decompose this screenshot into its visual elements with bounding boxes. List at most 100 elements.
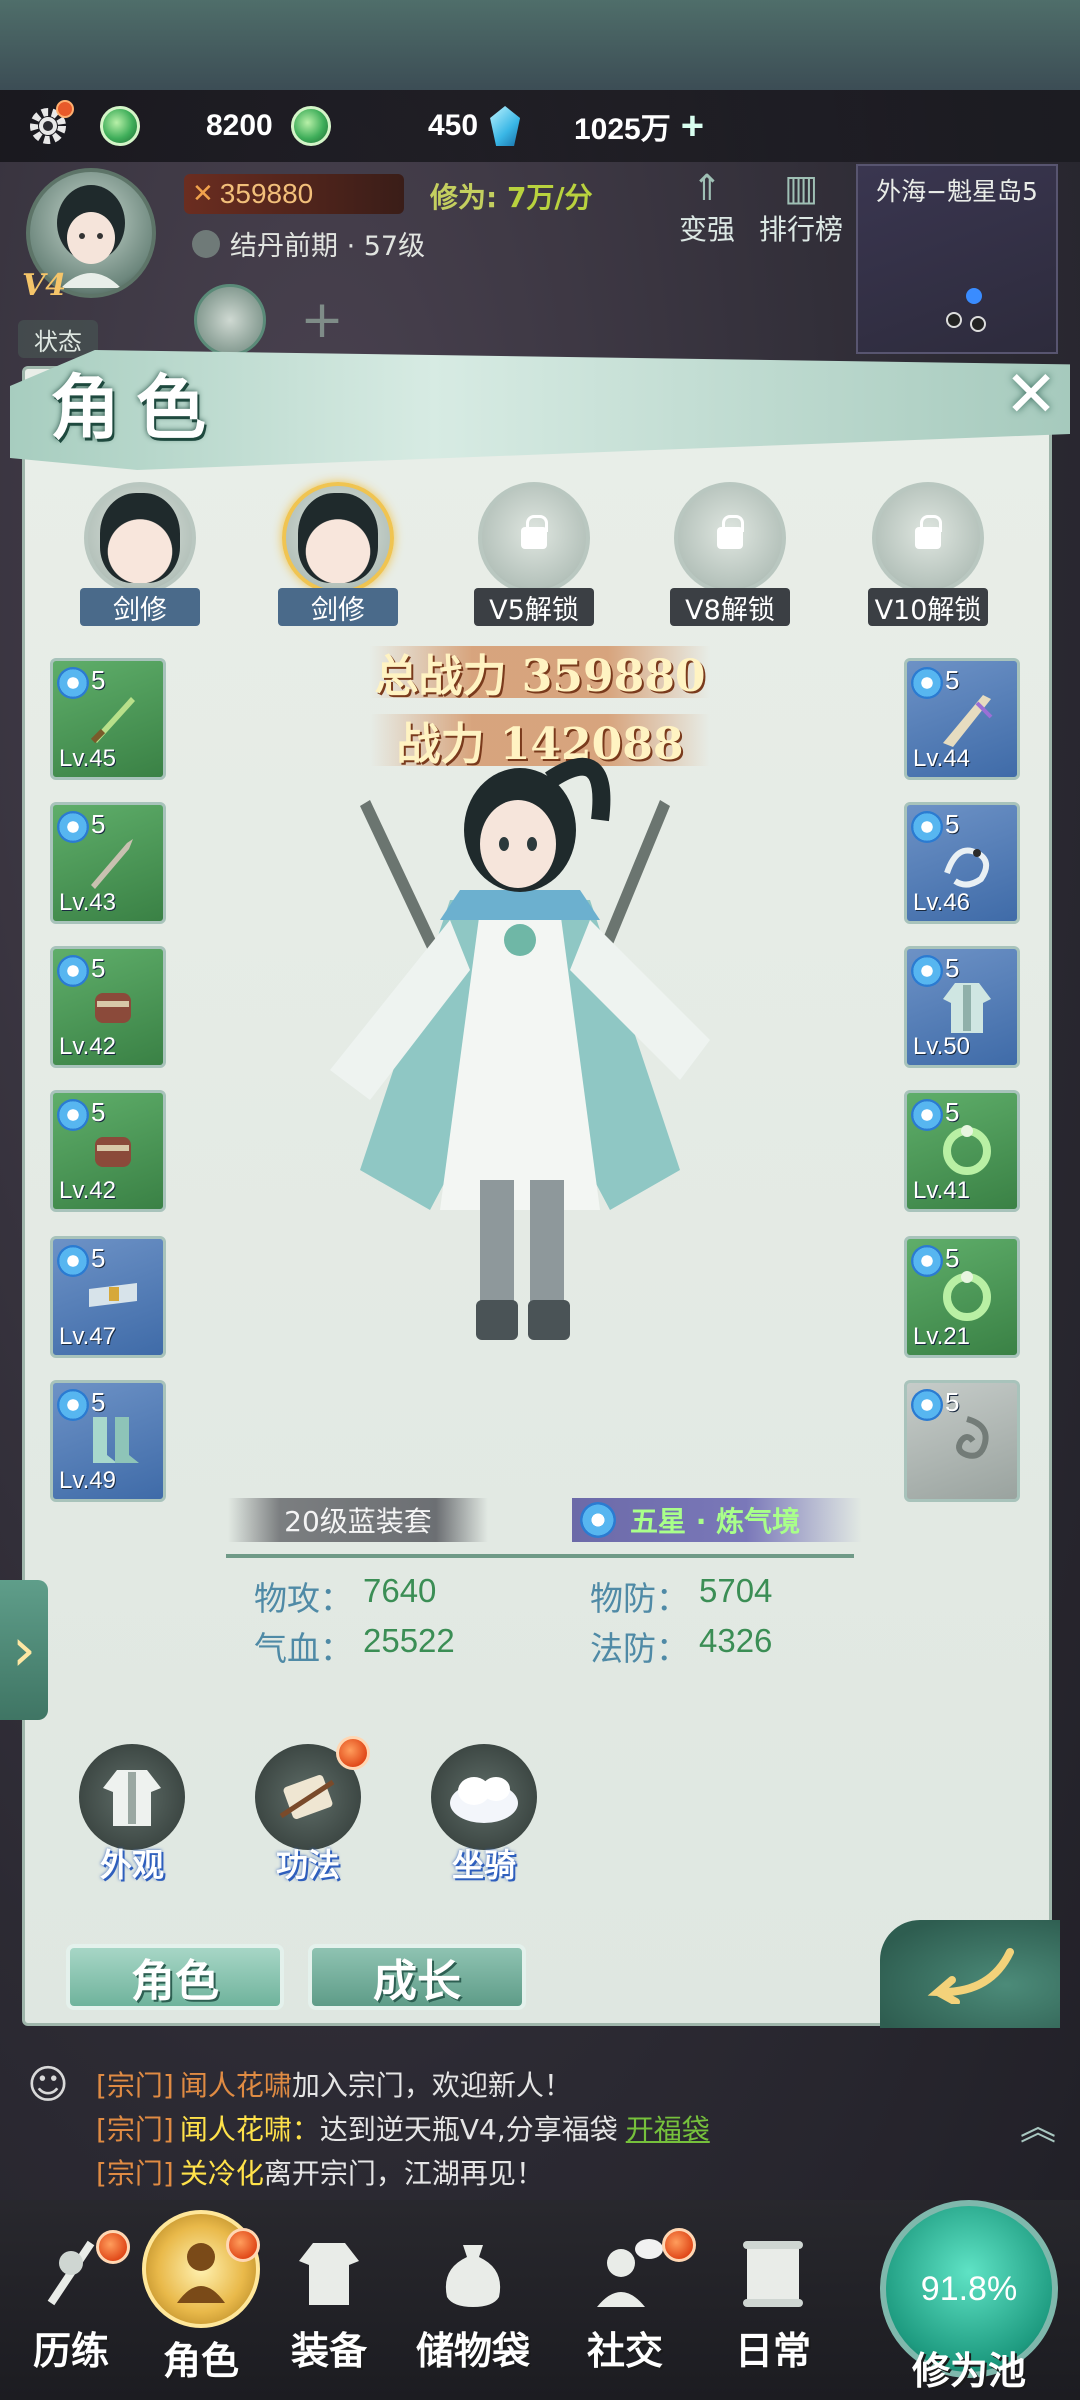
chat-collapse-icon[interactable]: ︽ xyxy=(1020,2098,1056,2150)
side-expand-button[interactable]: › xyxy=(0,1580,48,1720)
jade-count-group[interactable]: 8200 xyxy=(206,104,331,148)
equip-slot-blade[interactable]: 5 Lv.43 xyxy=(50,802,166,924)
character-slot-1[interactable]: 剑修 xyxy=(80,482,200,626)
sword-icon xyxy=(83,689,143,749)
map-marker-blue xyxy=(966,288,982,304)
close-button[interactable]: ✕ xyxy=(996,358,1066,432)
equip-level: Lv.49 xyxy=(59,1467,116,1494)
equip-slot-boots[interactable]: 5 Lv.49 xyxy=(50,1380,166,1502)
swirl-icon xyxy=(937,1411,997,1471)
minimap-location: 外海−魁星岛5 xyxy=(876,177,1038,206)
map-marker-player xyxy=(946,312,962,328)
cultivation-label: 修为: xyxy=(430,181,498,214)
spirit-stone-resource[interactable]: 450 xyxy=(428,104,521,148)
chat-avatar-icon[interactable]: ☺ xyxy=(18,2050,78,2120)
nav-daily[interactable]: 日常 xyxy=(708,2228,838,2398)
realm-icon xyxy=(192,229,220,258)
tab-growth[interactable]: 成长 xyxy=(308,1944,526,2010)
cloud-icon xyxy=(431,1744,537,1850)
character-portrait-selected xyxy=(282,482,394,594)
equip-slot-accessory[interactable]: 5 Lv.46 xyxy=(904,802,1020,924)
equip-slot-empty[interactable]: 5 xyxy=(904,1380,1020,1502)
equip-star: 5 xyxy=(91,809,106,839)
nav-storage[interactable]: 储物袋 xyxy=(408,2228,538,2398)
nav-label: 日常 xyxy=(734,2328,811,2373)
combat-power-value: 359880 xyxy=(219,178,314,209)
chat-name[interactable]: 关冷化 xyxy=(180,2152,264,2192)
equip-level: Lv.50 xyxy=(913,1033,970,1060)
companion-avatar[interactable] xyxy=(194,284,266,356)
equip-level: Lv.47 xyxy=(59,1323,116,1350)
top-background xyxy=(0,0,1080,90)
jade-add-icon xyxy=(290,106,331,146)
locked-portrait xyxy=(674,482,786,594)
plus-icon[interactable]: + xyxy=(681,104,704,149)
rarity-swirl-icon xyxy=(911,1389,943,1421)
mount-button[interactable]: 坐骑 xyxy=(424,1744,544,1884)
jade-resource[interactable] xyxy=(100,104,140,148)
face-icon xyxy=(100,493,180,583)
equip-slot-bracer-2[interactable]: 5 Lv.42 xyxy=(50,1090,166,1212)
rarity-swirl-icon xyxy=(57,1389,89,1421)
rarity-swirl-icon xyxy=(911,1099,943,1131)
chat-name[interactable]: 闻人花啸 xyxy=(180,2064,292,2104)
equip-star: 5 xyxy=(91,1097,106,1127)
total-power: 总战力 359880 xyxy=(370,646,710,702)
nav-equipment[interactable]: 装备 xyxy=(264,2228,394,2398)
rarity-swirl-icon xyxy=(57,811,89,843)
equip-slot-ring-1[interactable]: 5 Lv.41 xyxy=(904,1090,1020,1212)
social-notification-dot xyxy=(662,2228,696,2262)
social-icon xyxy=(580,2228,670,2318)
ranking-button[interactable]: ▥ 排行榜 xyxy=(746,168,856,248)
cultivation-value: 7万/分 xyxy=(506,181,593,214)
stat-value: 4326 xyxy=(699,1622,773,1659)
tab-role[interactable]: 角色 xyxy=(66,1944,284,2010)
minimap[interactable]: 外海−魁星岛5 xyxy=(856,164,1058,354)
spirit-count: 450 xyxy=(428,109,479,142)
open-lucky-bag-link[interactable]: 开福袋 xyxy=(626,2108,710,2148)
back-button[interactable] xyxy=(880,1920,1060,2028)
stats-divider xyxy=(226,1554,854,1558)
chat-line: [宗门] 闻人花啸： 达到逆天瓶V4,分享福袋 开福袋 xyxy=(96,2106,996,2150)
appearance-button[interactable]: 外观 xyxy=(72,1744,192,1884)
realm-tag[interactable]: 五星 · 炼气境 xyxy=(572,1498,862,1542)
character-slot-2[interactable]: 剑修 xyxy=(278,482,398,626)
realm-line: 结丹前期 · 57级 xyxy=(192,224,425,263)
equip-slot-belt[interactable]: 5 Lv.47 xyxy=(50,1236,166,1358)
silver-resource[interactable]: 1025万 + xyxy=(574,104,704,148)
locked-portrait xyxy=(872,482,984,594)
equipment-set-tag[interactable]: 20级蓝装套 xyxy=(228,1498,488,1542)
nav-label: 装备 xyxy=(290,2328,367,2373)
stat-hp: 气血： 25522 xyxy=(254,1622,455,1670)
stat-mag-def: 法防： 4326 xyxy=(590,1622,772,1670)
character-slot-locked-v8[interactable]: V8解锁 xyxy=(670,482,790,626)
training-notification-dot xyxy=(96,2230,130,2264)
nav-label: 储物袋 xyxy=(415,2328,530,2373)
chat-name[interactable]: 闻人花啸： xyxy=(180,2108,320,2148)
equip-star: 5 xyxy=(91,1387,106,1417)
character-slot-locked-v5[interactable]: V5解锁 xyxy=(474,482,594,626)
pool-percent: 91.8% xyxy=(920,2269,1018,2308)
equip-slot-weapon[interactable]: 5 Lv.45 xyxy=(50,658,166,780)
chat-text: 离开宗门，江湖再见！ xyxy=(263,2157,544,2190)
belt-icon xyxy=(83,1267,143,1327)
back-arrow-icon xyxy=(927,1948,1014,2004)
nav-label: 社交 xyxy=(586,2328,663,2373)
vip-badge[interactable]: V4 xyxy=(22,268,66,303)
chat-panel[interactable]: [宗门] 闻人花啸 加入宗门，欢迎新人！ [宗门] 闻人花啸： 达到逆天瓶V4,… xyxy=(96,2062,996,2194)
add-companion-icon[interactable]: + xyxy=(292,290,352,350)
equip-star: 5 xyxy=(945,665,960,695)
unlock-label: V10解锁 xyxy=(868,588,988,626)
cultivation-rate: 修为: 7万/分 xyxy=(430,176,593,216)
equip-slot-robe[interactable]: 5 Lv.50 xyxy=(904,946,1020,1068)
equip-level: Lv.43 xyxy=(59,889,116,916)
cultivation-pool-label: 修为池 xyxy=(911,2348,1026,2393)
character-figure xyxy=(300,740,740,1360)
character-slot-locked-v10[interactable]: V10解锁 xyxy=(868,482,988,626)
equip-slot-greatsword[interactable]: 5 Lv.44 xyxy=(904,658,1020,780)
strengthen-label: 变强 xyxy=(678,213,735,246)
stat-label: 法防： xyxy=(590,1629,689,1668)
rarity-swirl-icon xyxy=(57,667,89,699)
equip-slot-ring-2[interactable]: 5 Lv.21 xyxy=(904,1236,1020,1358)
equip-slot-bracer-1[interactable]: 5 Lv.42 xyxy=(50,946,166,1068)
